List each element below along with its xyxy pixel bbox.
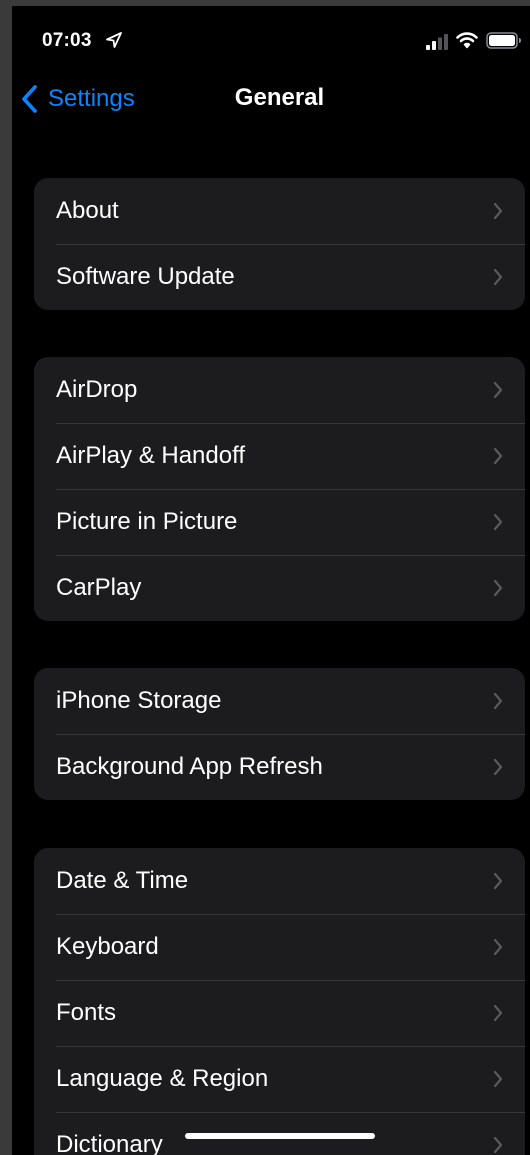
chevron-right-icon (493, 268, 503, 286)
row-label: Language & Region (56, 1065, 269, 1092)
battery-icon (486, 32, 521, 49)
chevron-right-icon (493, 692, 503, 710)
settings-row-about[interactable]: About (34, 178, 525, 244)
chevron-right-icon (493, 758, 503, 776)
row-label: Date & Time (56, 867, 189, 894)
row-label: CarPlay (56, 574, 142, 601)
home-indicator[interactable] (185, 1133, 375, 1139)
chevron-right-icon (493, 513, 503, 531)
settings-row-airdrop[interactable]: AirDrop (34, 357, 525, 423)
row-label: Background App Refresh (56, 753, 323, 780)
chevron-right-icon (493, 1136, 503, 1154)
chevron-right-icon (493, 1070, 503, 1088)
settings-row-keyboard[interactable]: Keyboard (34, 914, 525, 980)
wifi-icon (456, 32, 478, 49)
back-button-label: Settings (48, 85, 135, 112)
settings-group-locale: Date & Time Keyboard Fonts Language & Re… (34, 848, 525, 1155)
chevron-right-icon (493, 1004, 503, 1022)
cellular-signal-icon (426, 34, 448, 50)
settings-row-date-time[interactable]: Date & Time (34, 848, 525, 914)
back-button[interactable]: Settings (20, 82, 135, 116)
settings-row-fonts[interactable]: Fonts (34, 980, 525, 1046)
settings-row-language-region[interactable]: Language & Region (34, 1046, 525, 1112)
settings-row-iphone-storage[interactable]: iPhone Storage (34, 668, 525, 734)
settings-row-carplay[interactable]: CarPlay (34, 555, 525, 621)
chevron-right-icon (493, 938, 503, 956)
chevron-right-icon (493, 447, 503, 465)
row-label: Fonts (56, 999, 117, 1026)
row-label: AirDrop (56, 376, 138, 403)
chevron-right-icon (493, 579, 503, 597)
chevron-left-icon (22, 85, 37, 113)
page-title: General (234, 84, 325, 111)
chevron-right-icon (493, 381, 503, 399)
settings-group-about: About Software Update (34, 178, 525, 310)
row-label: Dictionary (56, 1131, 163, 1155)
row-label: Software Update (56, 263, 235, 290)
settings-row-airplay-handoff[interactable]: AirPlay & Handoff (34, 423, 525, 489)
settings-group-storage: iPhone Storage Background App Refresh (34, 668, 525, 800)
settings-group-connectivity: AirDrop AirPlay & Handoff Picture in Pic… (34, 357, 525, 621)
settings-row-picture-in-picture[interactable]: Picture in Picture (34, 489, 525, 555)
phone-screen: 07:03 Settings General About Software Up… (12, 6, 530, 1155)
settings-row-software-update[interactable]: Software Update (34, 244, 525, 310)
status-time: 07:03 (42, 30, 92, 51)
window-frame-left (0, 0, 12, 1155)
row-label: Keyboard (56, 933, 159, 960)
status-bar: 07:03 (12, 6, 530, 68)
row-label: About (56, 197, 119, 224)
location-arrow-icon (106, 32, 122, 48)
row-label: AirPlay & Handoff (56, 442, 245, 469)
row-label: iPhone Storage (56, 687, 222, 714)
chevron-right-icon (493, 872, 503, 890)
chevron-right-icon (493, 202, 503, 220)
row-label: Picture in Picture (56, 508, 238, 535)
settings-row-background-app-refresh[interactable]: Background App Refresh (34, 734, 525, 800)
